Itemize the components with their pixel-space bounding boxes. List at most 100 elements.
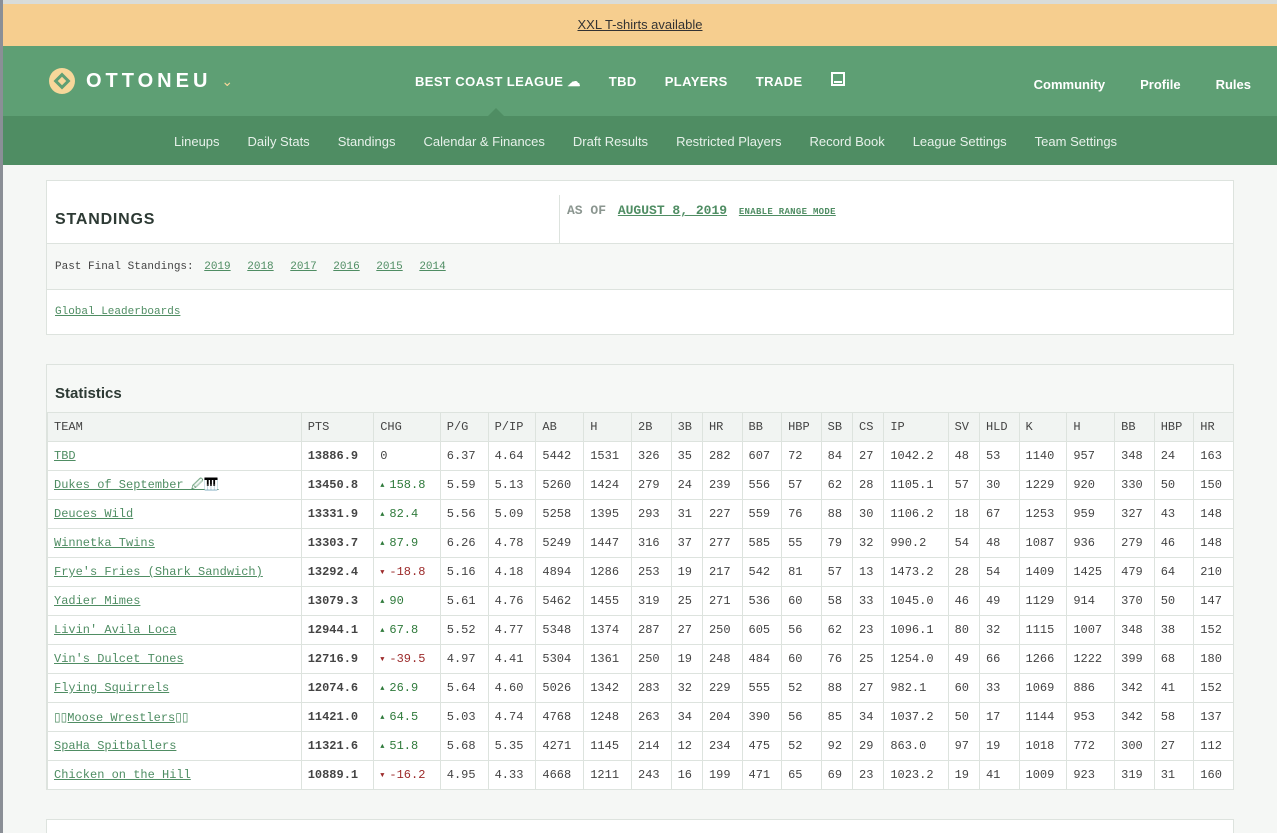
team-link[interactable]: Winnetka Twins — [54, 536, 155, 550]
change-value: 90 — [380, 594, 403, 608]
column-header[interactable]: SV — [947, 412, 980, 442]
nav-rules[interactable]: Rules — [1216, 77, 1251, 92]
stat-cell: 58 — [1153, 702, 1195, 732]
stat-cell: 342 — [1114, 673, 1155, 703]
team-link[interactable]: Frye's Fries (Shark Sandwich) — [54, 565, 263, 579]
team-link[interactable]: Dukes of September 🖉🎹 — [54, 478, 219, 492]
column-header[interactable]: IP — [883, 412, 949, 442]
column-header[interactable]: P/G — [439, 412, 489, 442]
team-link[interactable]: Livin' Avila Loca — [54, 623, 176, 637]
subnav-record-book[interactable]: Record Book — [810, 134, 885, 149]
stat-cell: 66 — [978, 644, 1020, 674]
past-year-link[interactable]: 2014 — [419, 261, 445, 273]
as-of-date: AS OF AUGUST 8, 2019 ENABLE RANGE MODE — [567, 203, 836, 218]
stat-cell: 271 — [701, 586, 743, 616]
column-header[interactable]: CS — [851, 412, 885, 442]
past-year-link[interactable]: 2018 — [247, 261, 273, 273]
subnav-standings[interactable]: Standings — [338, 134, 396, 149]
team-link[interactable]: TBD — [54, 449, 76, 463]
stat-cell: 34 — [851, 702, 885, 732]
as-of-date-link[interactable]: AUGUST 8, 2019 — [618, 203, 727, 218]
stat-cell: 1253 — [1018, 499, 1068, 529]
column-header[interactable]: BB — [1114, 412, 1155, 442]
stat-cell: 4.76 — [487, 586, 537, 616]
past-year-link[interactable]: 2015 — [376, 261, 402, 273]
stat-cell: 4.95 — [439, 760, 489, 790]
column-header[interactable]: TEAM — [47, 412, 302, 442]
brand-logo[interactable]: OTTONEU ⌄ — [48, 66, 233, 96]
column-header[interactable]: AB — [535, 412, 585, 442]
stat-cell: 25 — [851, 644, 885, 674]
subnav-calendar-finances[interactable]: Calendar & Finances — [424, 134, 545, 149]
stat-cell: 300 — [1114, 731, 1155, 761]
column-header[interactable]: 3B — [670, 412, 703, 442]
column-header[interactable]: P/IP — [487, 412, 537, 442]
column-header[interactable]: PTS — [300, 412, 375, 442]
past-year-link[interactable]: 2016 — [333, 261, 359, 273]
subnav-team-settings[interactable]: Team Settings — [1035, 134, 1117, 149]
stat-cell: 57 — [820, 557, 854, 587]
stat-cell: 56 — [781, 702, 822, 732]
global-leaderboards-link[interactable]: Global Leaderboards — [55, 306, 180, 318]
stat-cell: 19 — [978, 731, 1020, 761]
stat-cell: 6.26 — [439, 528, 489, 558]
column-header[interactable]: K — [1018, 412, 1068, 442]
table-row: Yadier Mimes 13079.3 90 5.614.7654621455319… — [47, 586, 1234, 616]
statistics-table: TEAM PTS CHG P/G P/IP AB H 2B 3B HR BB HBP SB CS IP SV H… — [47, 412, 1234, 790]
subnav-league-settings[interactable]: League Settings — [913, 134, 1007, 149]
nav-players[interactable]: PLAYERS — [665, 74, 728, 90]
stat-cell: 4.78 — [487, 528, 537, 558]
column-header[interactable]: SB — [820, 412, 854, 442]
stat-cell: 319 — [1114, 760, 1155, 790]
team-link[interactable]: ▯▯Moose Wrestlers▯▯ — [54, 711, 188, 725]
team-link[interactable]: Flying Squirrels — [54, 681, 169, 695]
column-header[interactable]: H — [1066, 412, 1116, 442]
column-header[interactable]: CHG — [373, 412, 441, 442]
subnav-restricted-players[interactable]: Restricted Players — [676, 134, 781, 149]
table-row: Livin' Avila Loca 12944.1 67.8 5.524.775348… — [47, 615, 1234, 645]
stat-cell: 5.09 — [487, 499, 537, 529]
team-link[interactable]: Vin's Dulcet Tones — [54, 652, 184, 666]
column-header[interactable]: HR — [701, 412, 743, 442]
column-header[interactable]: HLD — [978, 412, 1020, 442]
subnav-daily-stats[interactable]: Daily Stats — [248, 134, 310, 149]
nav-community[interactable]: Community — [1034, 77, 1106, 92]
column-header[interactable]: 2B — [631, 412, 672, 442]
nav-team[interactable]: TBD — [609, 74, 637, 90]
stat-cell: 23 — [851, 615, 885, 645]
stat-cell: 5.61 — [439, 586, 489, 616]
stat-cell: 316 — [631, 528, 672, 558]
past-year-link[interactable]: 2017 — [290, 261, 316, 273]
past-year-link[interactable]: 2019 — [204, 261, 230, 273]
inbox-icon[interactable] — [830, 72, 845, 86]
enable-range-mode-link[interactable]: ENABLE RANGE MODE — [739, 207, 836, 217]
nav-profile[interactable]: Profile — [1140, 77, 1180, 92]
column-header[interactable]: HR — [1193, 412, 1234, 442]
stat-cell: 160 — [1193, 760, 1234, 790]
column-header[interactable]: HBP — [1153, 412, 1195, 442]
change-cell: 158.8 — [373, 470, 441, 500]
stat-cell: 5304 — [535, 644, 585, 674]
stat-cell: 886 — [1066, 673, 1116, 703]
team-link[interactable]: Deuces Wild — [54, 507, 133, 521]
stat-cell: 484 — [741, 644, 783, 674]
chevron-down-icon[interactable]: ⌄ — [221, 73, 233, 90]
subnav-lineups[interactable]: Lineups — [174, 134, 220, 149]
stat-cell: 1342 — [583, 673, 633, 703]
stat-cell: 4.64 — [487, 441, 537, 471]
nav-trade[interactable]: TRADE — [756, 74, 803, 90]
stat-cell: 65 — [781, 760, 822, 790]
stat-cell: 30 — [851, 499, 885, 529]
subnav-draft-results[interactable]: Draft Results — [573, 134, 648, 149]
team-link[interactable]: Chicken on the Hill — [54, 768, 191, 782]
nav-league[interactable]: BEST COAST LEAGUE ☁ — [415, 74, 581, 90]
stat-cell: 1473.2 — [883, 557, 949, 587]
stat-cell: 253 — [631, 557, 672, 587]
promo-banner-link[interactable]: XXL T-shirts available — [577, 17, 702, 32]
ottoneu-logo-icon — [49, 68, 75, 94]
column-header[interactable]: H — [583, 412, 633, 442]
team-link[interactable]: SpaHa Spitballers — [54, 739, 176, 753]
team-link[interactable]: Yadier Mimes — [54, 594, 140, 608]
column-header[interactable]: BB — [741, 412, 783, 442]
column-header[interactable]: HBP — [781, 412, 822, 442]
